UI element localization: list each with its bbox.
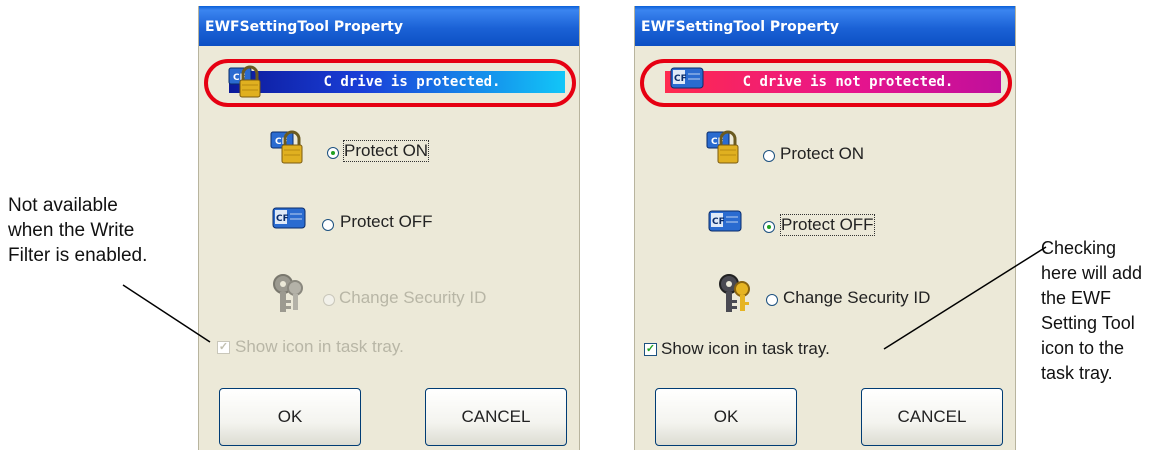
cf-card-icon: CF	[272, 207, 306, 229]
ok-button[interactable]: OK	[655, 388, 797, 446]
svg-text:CF: CF	[712, 217, 725, 227]
cancel-button[interactable]: CANCEL	[425, 388, 567, 446]
keys-icon	[273, 274, 303, 312]
callout-line-left	[122, 284, 211, 343]
protect-on-label[interactable]: Protect ON	[342, 140, 430, 162]
protect-off-label[interactable]: Protect OFF	[340, 212, 433, 232]
ok-button[interactable]: OK	[219, 388, 361, 446]
keys-icon	[719, 274, 750, 312]
status-highlight	[640, 59, 1012, 107]
window-title: EWFSettingTool Property	[205, 19, 403, 35]
annotation-line: icon to the	[1041, 338, 1125, 358]
padlock-cf-card-icon: CF	[270, 130, 303, 164]
show-icon-checkbox[interactable]: ✓	[644, 343, 657, 356]
dialog-protected: EWFSettingTool Property C drive is prote…	[198, 6, 580, 450]
annotation-line: Checking	[1041, 238, 1117, 258]
protect-on-radio[interactable]	[763, 150, 775, 162]
show-icon-label: Show icon in task tray.	[235, 337, 404, 356]
annotation-line: Not available	[8, 195, 118, 216]
status-highlight	[204, 59, 576, 107]
annotation-line: task tray.	[1041, 363, 1113, 383]
annotation-right: Checking here will add the EWF Setting T…	[1041, 236, 1142, 386]
change-security-label: Change Security ID	[339, 288, 487, 307]
svg-text:CF: CF	[276, 214, 289, 224]
change-security-label[interactable]: Change Security ID	[783, 288, 930, 308]
annotation-line: Filter is enabled.	[8, 245, 148, 266]
annotation-line: Setting Tool	[1041, 313, 1135, 333]
title-bar: EWFSettingTool Property	[635, 6, 1015, 46]
dialog-not-protected: EWFSettingTool Property C drive is not p…	[634, 6, 1016, 450]
protect-off-radio[interactable]	[763, 221, 775, 233]
protect-off-label[interactable]: Protect OFF	[780, 214, 875, 236]
change-security-radio[interactable]	[766, 294, 778, 306]
protect-off-radio[interactable]	[322, 219, 334, 231]
padlock-cf-card-icon: CF	[706, 130, 739, 164]
show-icon-label[interactable]: Show icon in task tray.	[661, 339, 830, 359]
annotation-line: the EWF	[1041, 288, 1112, 308]
title-bar: EWFSettingTool Property	[199, 6, 579, 46]
cf-card-icon: CF	[708, 210, 742, 232]
protect-on-label[interactable]: Protect ON	[780, 144, 864, 164]
change-security-radio	[323, 294, 335, 306]
annotation-line: when the Write	[8, 220, 135, 241]
show-icon-checkbox: ✓	[217, 341, 230, 354]
protect-on-radio[interactable]	[327, 147, 339, 159]
window-title: EWFSettingTool Property	[641, 19, 839, 35]
annotation-line: here will add	[1041, 263, 1143, 283]
annotation-left: Not available when the Write Filter is e…	[8, 193, 147, 268]
cancel-button[interactable]: CANCEL	[861, 388, 1003, 446]
